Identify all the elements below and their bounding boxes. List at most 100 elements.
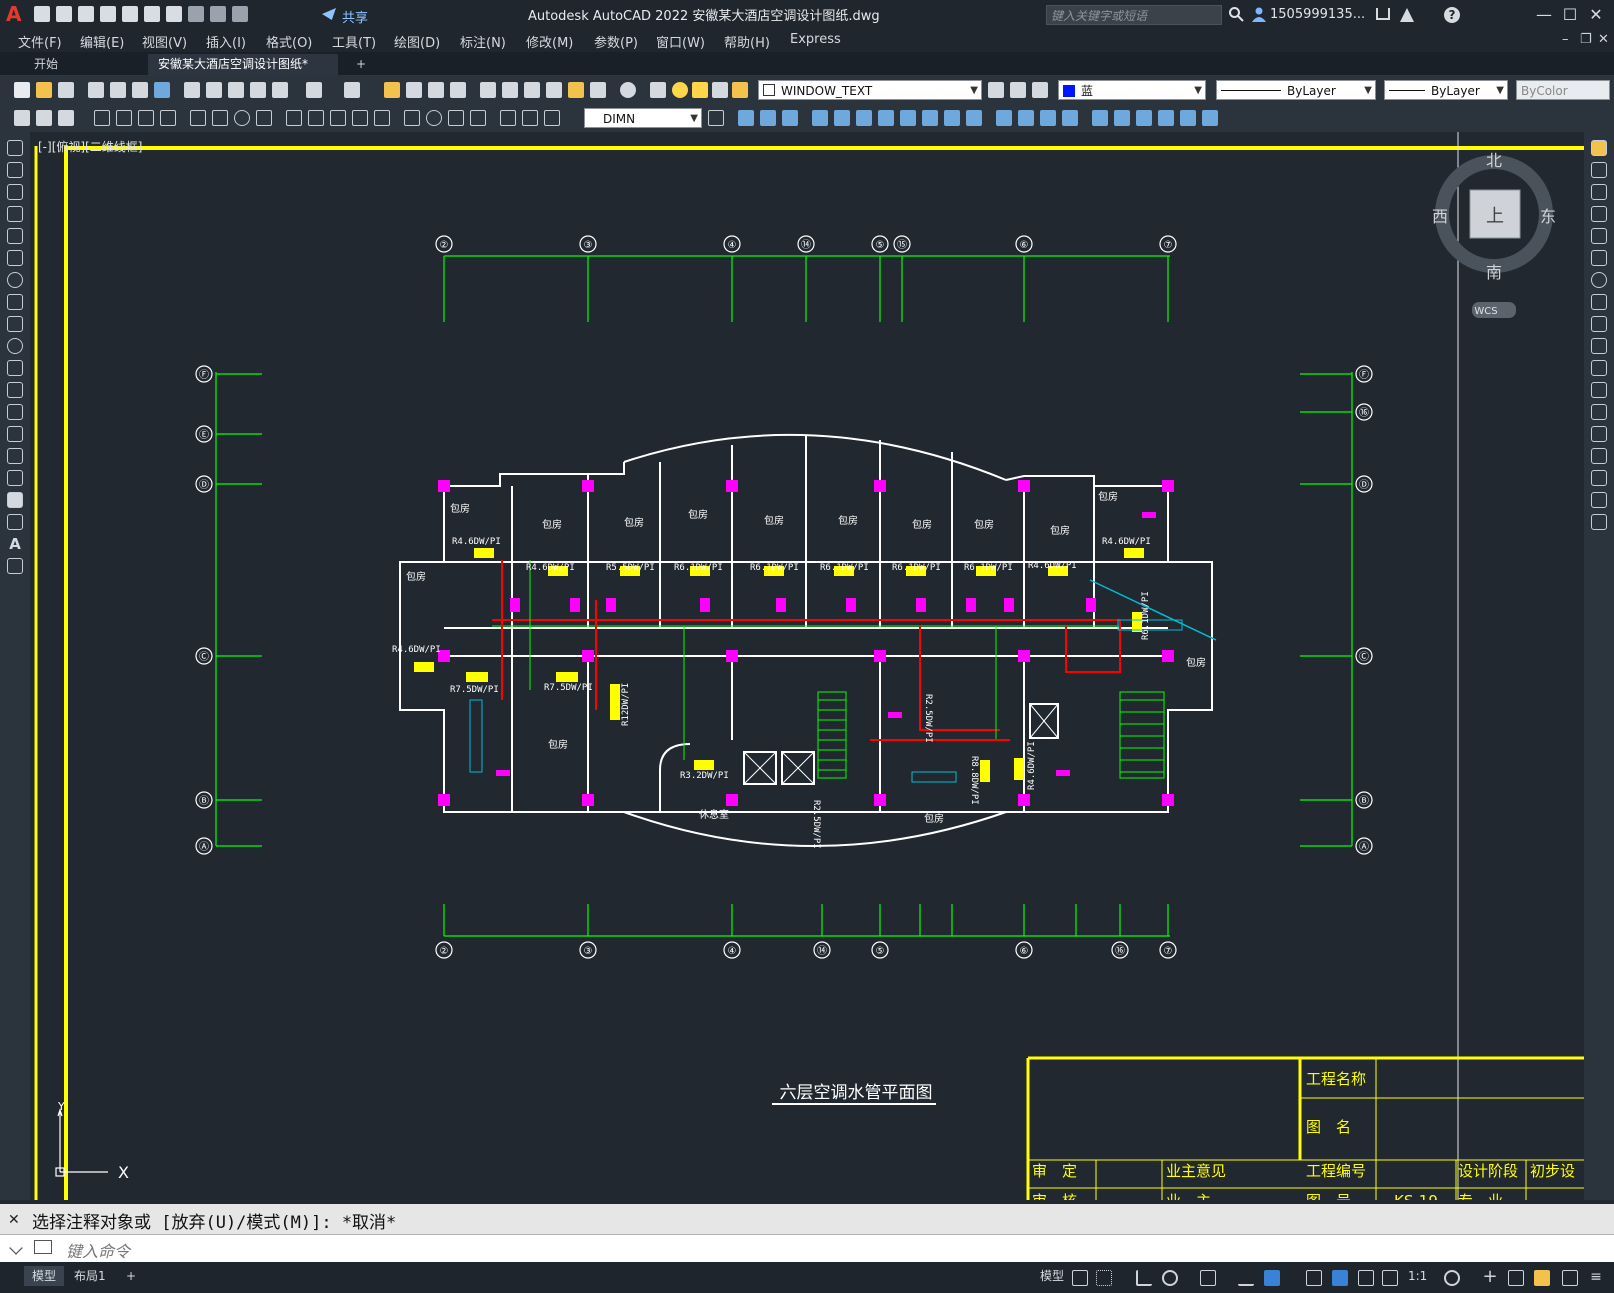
- close-button[interactable]: ✕: [1585, 4, 1607, 26]
- dimstyle-select[interactable]: DIMN ▼: [584, 108, 702, 128]
- model-space-button[interactable]: 模型: [1032, 1266, 1072, 1286]
- menu-parametric[interactable]: 参数(P): [594, 32, 638, 51]
- help-icon[interactable]: ?: [1444, 7, 1460, 23]
- drawing-svg[interactable]: ② ③ ④ ⑭ ⑤ ⑮ ⑥ ⑦ ② ③ ④ ⑭ ⑤ ⑥ ⑯ ⑦ Ⓕ Ⓔ Ⓓ Ⓒ …: [30, 132, 1584, 1200]
- sheet-set-icon[interactable]: [546, 82, 562, 98]
- erase-icon[interactable]: [1114, 110, 1130, 126]
- cart-icon[interactable]: [1376, 8, 1390, 20]
- annotation-scale-icon[interactable]: [1382, 1270, 1398, 1286]
- copy-icon[interactable]: [206, 82, 222, 98]
- hatch-icon[interactable]: [7, 448, 23, 464]
- copy-icon[interactable]: [1591, 162, 1607, 178]
- break-icon[interactable]: [1591, 404, 1607, 420]
- properties-icon[interactable]: [480, 82, 496, 98]
- ordinate-dim-icon[interactable]: [160, 110, 176, 126]
- trim-icon[interactable]: [1591, 338, 1607, 354]
- workspace-gear-icon[interactable]: [1444, 1270, 1460, 1286]
- menu-draw[interactable]: 绘图(D): [394, 32, 440, 51]
- make-block-icon[interactable]: [7, 404, 23, 420]
- autodesk-app-icon[interactable]: [1400, 8, 1414, 22]
- menu-format[interactable]: 格式(O): [266, 32, 312, 51]
- cut-icon[interactable]: [184, 82, 200, 98]
- tab-model[interactable]: 模型: [24, 1266, 65, 1286]
- ungroup-icon[interactable]: [1158, 110, 1174, 126]
- save-icon[interactable]: [78, 6, 94, 22]
- menu-edit[interactable]: 编辑(E): [80, 32, 124, 51]
- search-input[interactable]: 键入关键字或短语: [1046, 5, 1222, 25]
- command-close-icon[interactable]: ✕: [8, 1212, 20, 1228]
- break-icon[interactable]: [966, 110, 982, 126]
- snap-icon[interactable]: [1096, 1270, 1112, 1286]
- share-icon[interactable]: [322, 8, 336, 20]
- dim-update-icon[interactable]: [544, 110, 560, 126]
- ortho-icon[interactable]: [1136, 1270, 1152, 1286]
- crosshair-icon[interactable]: +: [1482, 1268, 1498, 1286]
- fillet-icon[interactable]: [1040, 110, 1056, 126]
- command-recent-icon[interactable]: [34, 1240, 52, 1254]
- ucs-icon[interactable]: [55, 1108, 108, 1177]
- zoom-realtime-icon[interactable]: [406, 82, 422, 98]
- stretch-icon[interactable]: [1591, 316, 1607, 332]
- scale-icon[interactable]: [878, 110, 894, 126]
- menu-insert[interactable]: 插入(I): [206, 32, 246, 51]
- jogged-linear-icon[interactable]: [470, 110, 486, 126]
- arc-icon[interactable]: [7, 250, 23, 266]
- zoom-window-icon[interactable]: [428, 82, 444, 98]
- text-front-icon[interactable]: [36, 110, 52, 126]
- user-icon[interactable]: [1252, 7, 1266, 22]
- new-file-icon[interactable]: [34, 6, 50, 22]
- construction-line-icon[interactable]: [7, 162, 23, 178]
- blend-curves-icon[interactable]: [1591, 492, 1607, 508]
- rotate-icon[interactable]: [1591, 272, 1607, 288]
- tool-palettes-icon[interactable]: [524, 82, 540, 98]
- annotation-scale[interactable]: 1:1: [1400, 1266, 1435, 1286]
- point-icon[interactable]: [7, 426, 23, 442]
- insert-block-icon[interactable]: [7, 382, 23, 398]
- scale-icon[interactable]: [1591, 294, 1607, 310]
- tolerance-icon[interactable]: [404, 110, 420, 126]
- array-icon[interactable]: [812, 110, 828, 126]
- erase-icon[interactable]: [1591, 140, 1607, 156]
- join-icon[interactable]: [996, 110, 1012, 126]
- tab-drawing[interactable]: 安徽某大酒店空调设计图纸* ✕: [148, 54, 338, 92]
- viewport-controls[interactable]: [-][俯视][二维线框]: [38, 138, 142, 155]
- search-icon[interactable]: [1228, 6, 1244, 22]
- make-current-layer-icon[interactable]: [988, 82, 1004, 98]
- radius-dim-icon[interactable]: [190, 110, 206, 126]
- break-at-point-icon[interactable]: [1591, 382, 1607, 398]
- layer-on-icon[interactable]: [672, 82, 688, 98]
- customize-status-icon[interactable]: ≡: [1588, 1270, 1604, 1286]
- explode-icon[interactable]: [1591, 514, 1607, 530]
- menu-tools[interactable]: 工具(T): [332, 32, 376, 51]
- redo-icon[interactable]: [344, 82, 360, 98]
- doc-minimize-icon[interactable]: –: [1562, 32, 1569, 47]
- multiline-text-icon[interactable]: A: [7, 536, 23, 552]
- measure-icon[interactable]: [1180, 110, 1196, 126]
- angular-dim-icon[interactable]: [256, 110, 272, 126]
- clean-screen-icon[interactable]: [1562, 1270, 1578, 1286]
- spline-icon[interactable]: [7, 316, 23, 332]
- plot-icon[interactable]: [88, 82, 104, 98]
- doc-close-icon[interactable]: ✕: [1598, 32, 1609, 47]
- auto-scale-icon[interactable]: [1358, 1270, 1374, 1286]
- 3d-print-icon[interactable]: [154, 82, 170, 98]
- stretch-icon[interactable]: [900, 110, 916, 126]
- layer-properties-icon[interactable]: [650, 82, 666, 98]
- jogged-dim-icon[interactable]: [212, 110, 228, 126]
- hatch-back-icon[interactable]: [58, 110, 74, 126]
- inspection-icon[interactable]: [448, 110, 464, 126]
- baseline-dim-icon[interactable]: [308, 110, 324, 126]
- quickcalc-icon[interactable]: [590, 82, 606, 98]
- design-center-icon[interactable]: [502, 82, 518, 98]
- join-icon[interactable]: [1591, 426, 1607, 442]
- layer-thaw-icon[interactable]: [692, 82, 708, 98]
- dim-style-manager-icon[interactable]: [708, 110, 724, 126]
- zoom-previous-icon[interactable]: [450, 82, 466, 98]
- new-tab-button[interactable]: +: [346, 54, 376, 75]
- menu-window[interactable]: 窗口(W): [656, 32, 705, 51]
- plot-icon[interactable]: [166, 6, 182, 22]
- linetype-select[interactable]: ByLayer ▼: [1216, 80, 1376, 100]
- center-mark-icon[interactable]: [426, 110, 442, 126]
- offset-icon[interactable]: [1591, 206, 1607, 222]
- linear-dim-icon[interactable]: [94, 110, 110, 126]
